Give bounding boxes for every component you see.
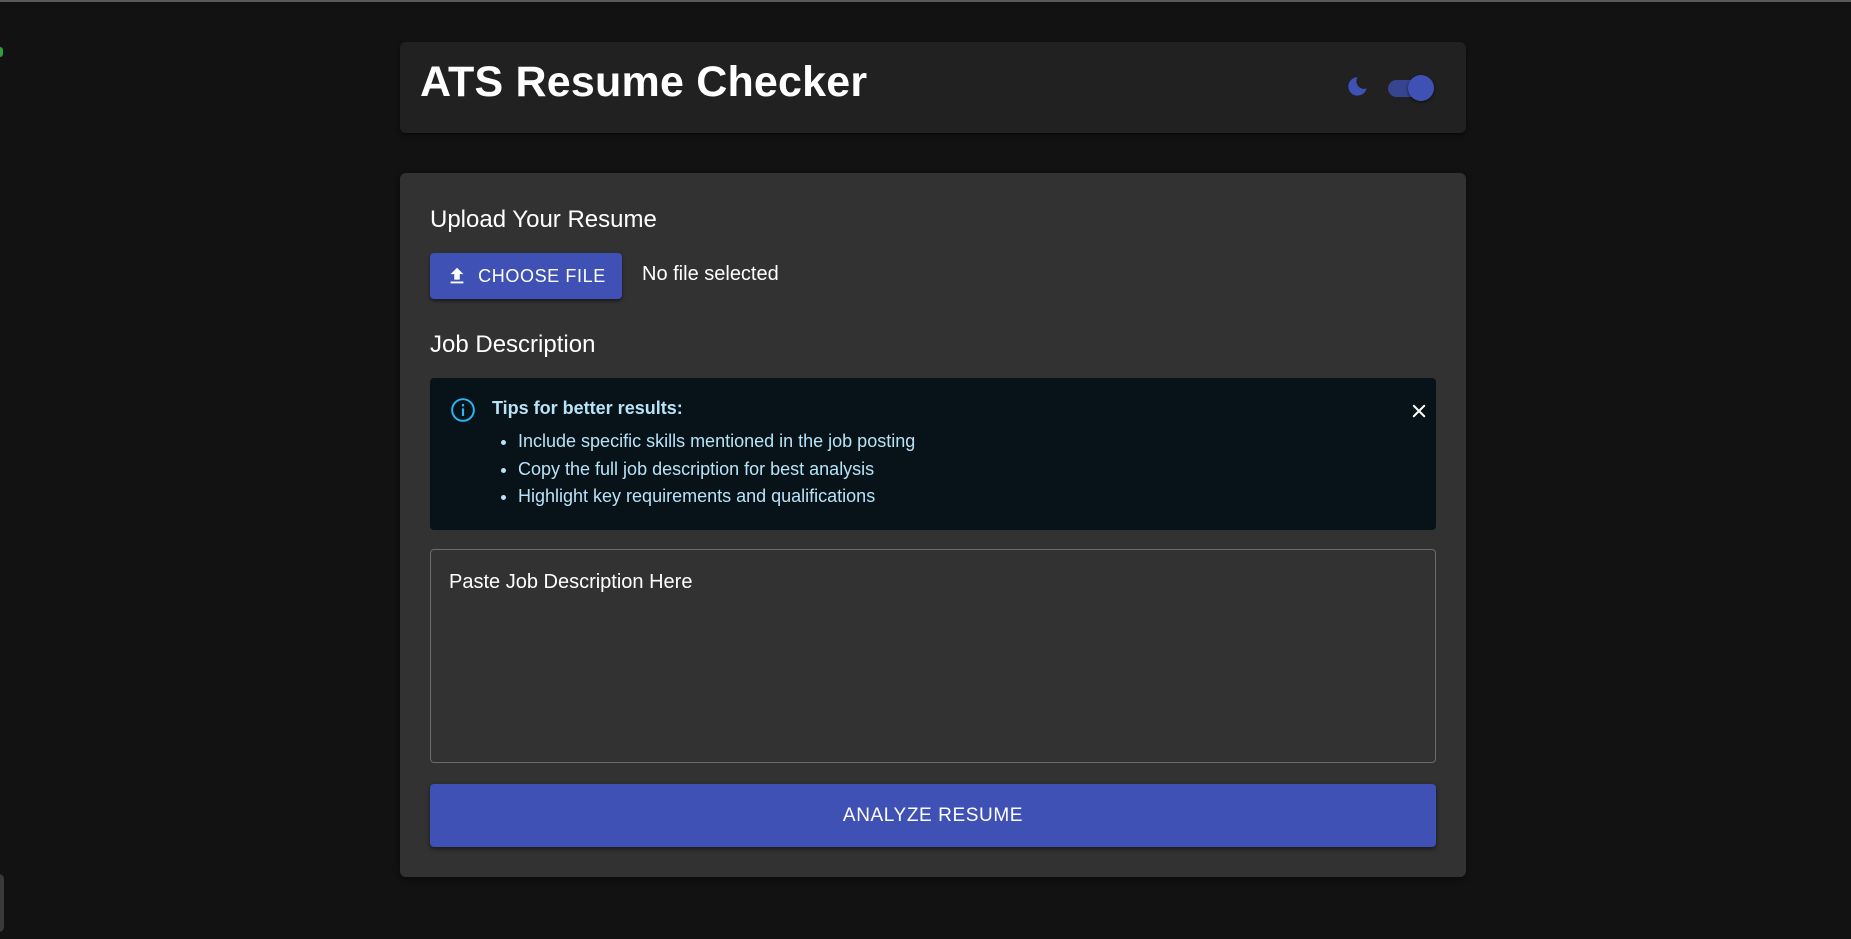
upload-icon <box>450 267 464 284</box>
job-description-heading: Job Description <box>430 331 596 358</box>
checker-card: Upload Your Resume CHOOSE FILE No file s… <box>400 173 1466 877</box>
toggle-thumb <box>1408 75 1434 101</box>
analyze-resume-button[interactable]: ANALYZE RESUME <box>430 784 1436 847</box>
moon-icon <box>1348 77 1367 96</box>
tip-item: Include specific skills mentioned in the… <box>518 428 915 456</box>
edge-indicator <box>0 47 3 57</box>
tip-item: Copy the full job description for best a… <box>518 456 915 484</box>
upload-heading: Upload Your Resume <box>430 206 657 233</box>
choose-file-button[interactable]: CHOOSE FILE <box>430 253 622 299</box>
job-description-input[interactable] <box>430 549 1436 763</box>
edge-handle[interactable] <box>0 874 4 932</box>
dark-mode-toggle[interactable] <box>1386 73 1436 101</box>
close-icon <box>1412 404 1426 418</box>
info-icon <box>451 398 475 422</box>
file-status: No file selected <box>642 263 779 285</box>
choose-file-label: CHOOSE FILE <box>478 265 606 286</box>
tips-list: Include specific skills mentioned in the… <box>518 428 915 511</box>
window-top-border <box>0 0 1851 2</box>
tip-item: Highlight key requirements and qualifica… <box>518 483 915 511</box>
app-header: ATS Resume Checker <box>400 42 1466 133</box>
close-tips-button[interactable] <box>1405 397 1433 425</box>
page-title: ATS Resume Checker <box>420 58 868 106</box>
tips-title: Tips for better results: <box>492 398 683 418</box>
tips-alert: Tips for better results: Include specifi… <box>430 378 1436 530</box>
